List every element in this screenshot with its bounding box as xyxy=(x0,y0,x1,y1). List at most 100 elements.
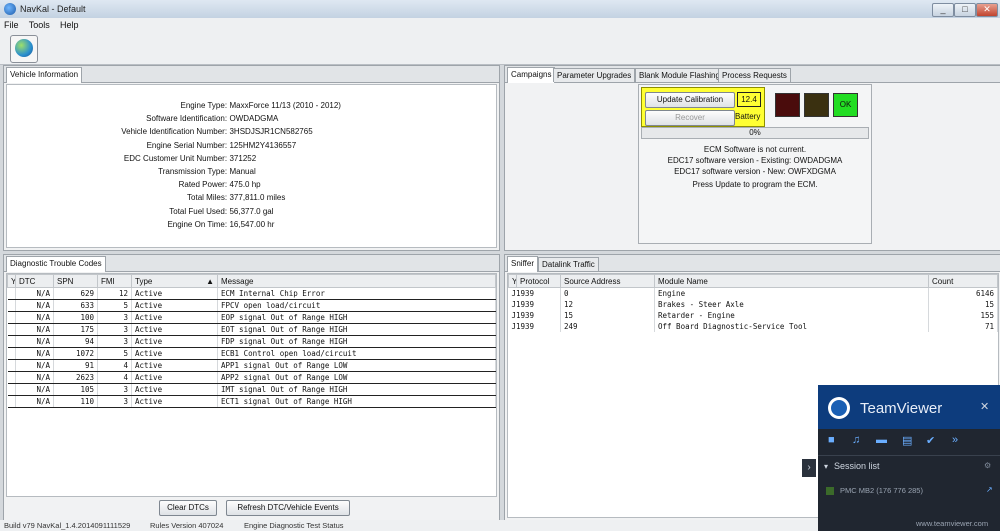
fmi-cell: 12 xyxy=(97,287,132,300)
minimize-button[interactable]: _ xyxy=(932,3,954,17)
vehicle-info-row: Transmission Type: Manual xyxy=(7,167,496,180)
settings-icon[interactable]: ⚙ xyxy=(984,461,991,470)
vehicle-info-value: Manual xyxy=(229,167,256,176)
vehicle-info-value: OWDADGMA xyxy=(229,114,279,124)
vehicle-info-row: Engine Serial Number: 125HM2Y4136557 xyxy=(7,141,496,154)
column-header-count[interactable]: Count xyxy=(928,274,998,288)
type-cell: Active xyxy=(131,347,218,360)
headset-icon[interactable]: ♫ xyxy=(852,434,860,446)
filter-icon[interactable]: Y xyxy=(508,274,517,288)
teamviewer-footer[interactable]: www.teamviewer.com xyxy=(916,519,988,528)
message-cell: EOT signal Out of Range HIGH xyxy=(217,323,496,336)
vehicle-info-row: Software Identification: OWDADGMA xyxy=(7,114,496,127)
tab-process-requests[interactable]: Process Requests xyxy=(718,68,791,82)
column-header-source-address[interactable]: Source Address xyxy=(560,274,655,288)
close-button[interactable]: ✕ xyxy=(976,3,998,17)
vehicle-info-value: 125HM2Y4136557 xyxy=(229,140,297,150)
tools-icon[interactable]: ✔ xyxy=(926,434,935,447)
source-address-cell: 15 xyxy=(560,310,655,321)
close-icon[interactable]: ✕ xyxy=(980,400,989,413)
session-status-icon xyxy=(826,487,834,495)
tab-datalink-traffic[interactable]: Datalink Traffic xyxy=(538,257,599,271)
dtc-row[interactable]: N/A 629 12 Active ECM Internal Chip Error xyxy=(7,287,496,300)
fmi-cell: 3 xyxy=(97,323,132,336)
tab-blank-module-flashing[interactable]: Blank Module Flashing xyxy=(635,68,724,82)
menu-tools[interactable]: Tools xyxy=(25,18,54,30)
column-header-module-name[interactable]: Module Name xyxy=(654,274,929,288)
video-icon[interactable]: ■ xyxy=(828,434,835,446)
more-icon[interactable]: » xyxy=(952,434,958,446)
update-calibration-button[interactable]: Update Calibration xyxy=(645,92,735,108)
column-header-spn[interactable]: SPN xyxy=(53,274,98,288)
column-header-fmi[interactable]: FMI xyxy=(97,274,132,288)
row-indicator xyxy=(7,359,16,372)
tab-campaigns[interactable]: Campaigns xyxy=(507,67,556,83)
dtc-row[interactable]: N/A 100 3 Active EOP signal Out of Range HIG… xyxy=(7,311,496,324)
dtc-cell: N/A xyxy=(15,395,54,408)
vehicle-info-value: 371252 xyxy=(229,153,257,163)
vehicle-tabstrip: Vehicle Information xyxy=(4,66,499,83)
recover-button[interactable]: Recover xyxy=(645,110,735,126)
sniffer-row[interactable]: J1939 12 Brakes - Steer Axle 15 xyxy=(508,299,998,310)
column-header-protocol[interactable]: Protocol xyxy=(516,274,561,288)
count-cell: 15 xyxy=(928,299,998,310)
column-header-dtc[interactable]: DTC xyxy=(15,274,54,288)
dtc-row[interactable]: N/A 2623 4 Active APP2 signal Out of Range L… xyxy=(7,371,496,384)
message-cell: ECT1 signal Out of Range HIGH xyxy=(217,395,496,408)
dtc-row[interactable]: N/A 94 3 Active FDP signal Out of Range HIGH xyxy=(7,335,496,348)
row-indicator xyxy=(7,311,16,324)
chat-icon[interactable]: ▬ xyxy=(876,434,887,446)
tab-diagnostic-trouble-codes[interactable]: Diagnostic Trouble Codes xyxy=(6,256,106,272)
dtc-row[interactable]: N/A 633 5 Active FPCV open load/circuit xyxy=(7,299,496,312)
tab-sniffer[interactable]: Sniffer xyxy=(507,256,538,272)
dtc-cell: N/A xyxy=(15,347,54,360)
dtc-cell: N/A xyxy=(15,335,54,348)
clear-dtcs-button[interactable]: Clear DTCs xyxy=(159,500,217,516)
sniffer-row[interactable]: J1939 15 Retarder - Engine 155 xyxy=(508,310,998,321)
tab-vehicle-information[interactable]: Vehicle Information xyxy=(6,67,83,83)
ok-indicator: OK xyxy=(833,93,858,117)
count-cell: 6146 xyxy=(928,287,998,299)
session-list-chevron-icon[interactable]: ▾ xyxy=(824,462,828,471)
teamviewer-title: TeamViewer xyxy=(860,400,943,417)
build-info: Build v79 NavKal_1.4.2014091111529 xyxy=(4,521,131,530)
spn-cell: 105 xyxy=(53,383,98,396)
column-header-type[interactable]: Type ▲ xyxy=(131,274,218,288)
dtc-row[interactable]: N/A 175 3 Active EOT signal Out of Range HIG… xyxy=(7,323,496,336)
session-arrow-icon[interactable]: ↗ xyxy=(986,485,993,494)
tab-parameter-upgrades[interactable]: Parameter Upgrades xyxy=(553,68,636,82)
fmi-cell: 4 xyxy=(97,359,132,372)
dtc-row[interactable]: N/A 91 4 Active APP1 signal Out of Range LOW xyxy=(7,359,496,372)
dtc-row[interactable]: N/A 1072 5 Active ECB1 Control open load/cir… xyxy=(7,347,496,360)
menu-file[interactable]: File xyxy=(0,18,23,30)
row-indicator xyxy=(7,383,16,396)
spn-cell: 633 xyxy=(53,299,98,312)
sniffer-row[interactable]: J1939 249 Off Board Diagnostic-Service Too… xyxy=(508,321,998,332)
row-indicator xyxy=(7,299,16,312)
source-address-cell: 249 xyxy=(560,321,655,332)
type-cell: Active xyxy=(131,383,218,396)
connect-globe-button[interactable] xyxy=(10,35,38,63)
session-item[interactable]: PMC MB2 (176 776 285) xyxy=(840,486,923,495)
column-header-message[interactable]: Message xyxy=(217,274,496,288)
rules-version: Rules Version 407024 xyxy=(150,521,224,530)
dtc-row[interactable]: N/A 110 3 Active ECT1 signal Out of Range HI… xyxy=(7,395,496,408)
spn-cell: 629 xyxy=(53,287,98,300)
vehicle-info-value: 475.0 hp xyxy=(229,180,261,190)
maximize-button[interactable]: □ xyxy=(954,3,976,17)
filter-icon[interactable]: Y xyxy=(7,274,16,288)
vehicle-info-label: Vehicle Identification Number: xyxy=(121,127,228,137)
vehicle-info-row: Engine Type: MaxxForce 11/13 (2010 - 2012… xyxy=(7,101,496,114)
collapse-arrow-icon[interactable]: › xyxy=(802,459,816,477)
session-list-label[interactable]: Session list xyxy=(834,461,880,471)
module-name-cell: Retarder - Engine xyxy=(654,310,929,321)
spn-cell: 91 xyxy=(53,359,98,372)
sniffer-row[interactable]: J1939 0 Engine 6146 xyxy=(508,287,998,299)
refresh-dtc-button[interactable]: Refresh DTC/Vehicle Events xyxy=(226,500,350,516)
message-line: ECM Software is not current. xyxy=(703,145,807,154)
files-icon[interactable]: ▤ xyxy=(902,434,912,447)
dtc-row[interactable]: N/A 105 3 Active IMT signal Out of Range HIG… xyxy=(7,383,496,396)
vehicle-info-row: EDC Customer Unit Number: 371252 xyxy=(7,154,496,167)
menu-help[interactable]: Help xyxy=(56,18,83,30)
menu-bar: File Tools Help xyxy=(0,18,1000,32)
